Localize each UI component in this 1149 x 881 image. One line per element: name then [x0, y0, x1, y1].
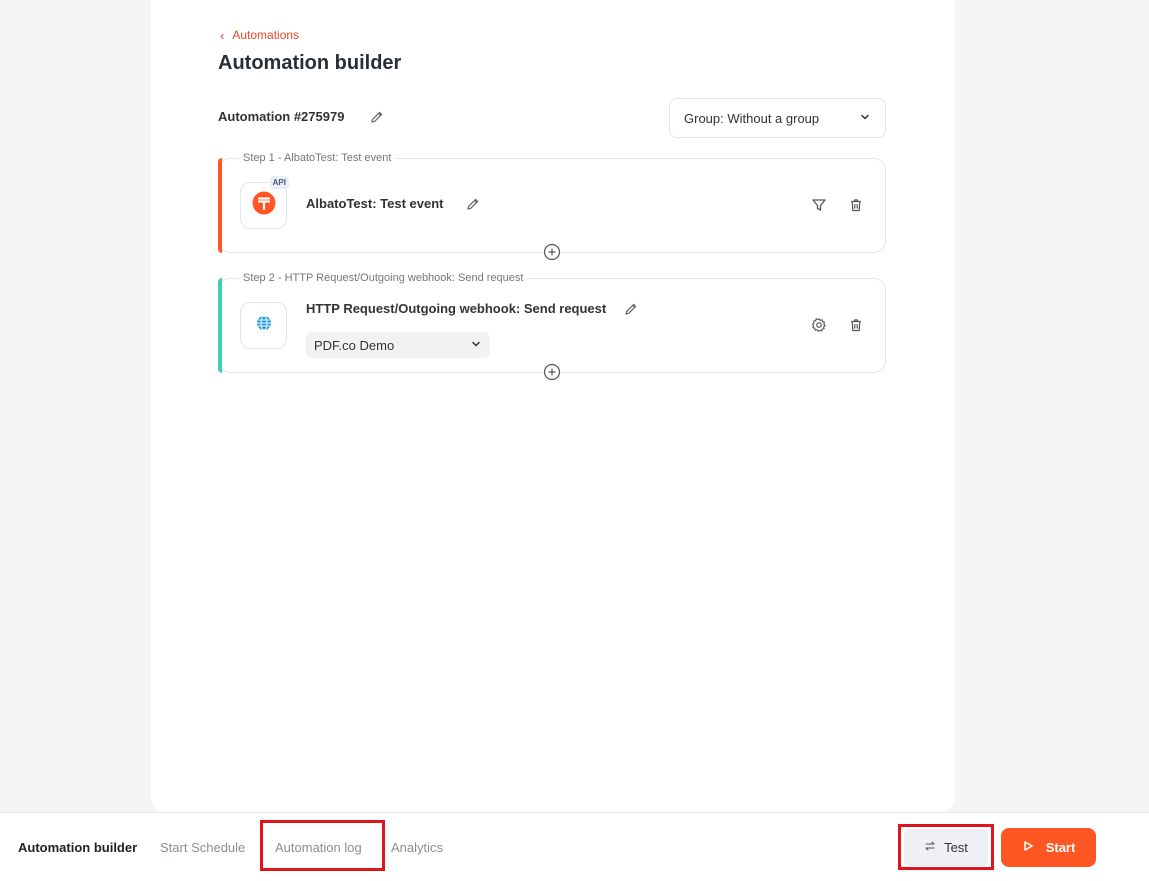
highlight-box-test-button: [898, 824, 994, 870]
tab-automation-builder[interactable]: Automation builder: [18, 840, 137, 855]
group-select-value: Group: Without a group: [684, 110, 820, 126]
automation-name: Automation #275979: [218, 109, 345, 124]
tab-analytics[interactable]: Analytics: [391, 840, 443, 855]
trash-icon[interactable]: [846, 315, 866, 335]
add-step-plus-icon[interactable]: [543, 363, 561, 381]
step-accent-bar: [218, 278, 222, 373]
connection-select-value: PDF.co Demo: [314, 337, 395, 353]
api-badge: API: [269, 176, 289, 189]
app-icon-tile: [240, 302, 287, 349]
edit-step-1-pencil-icon[interactable]: [465, 196, 481, 212]
step-1-title: AlbatoTest: Test event: [306, 196, 444, 211]
start-button-label: Start: [1045, 840, 1076, 855]
connection-select[interactable]: PDF.co Demo: [306, 332, 490, 358]
filter-icon[interactable]: [809, 195, 829, 215]
step-2-label: Step 2 - HTTP Request/Outgoing webhook: …: [239, 272, 528, 284]
chevron-left-icon: ‹: [220, 27, 225, 43]
step-1-label: Step 1 - AlbatoTest: Test event: [239, 152, 396, 164]
add-step-plus-icon[interactable]: [543, 243, 561, 261]
trash-icon[interactable]: [846, 195, 866, 215]
albato-test-icon: [252, 191, 276, 220]
chevron-down-icon: [470, 338, 482, 353]
tab-start-schedule[interactable]: Start Schedule: [160, 840, 245, 855]
breadcrumb-label: Automations: [232, 28, 300, 42]
step-card-2[interactable]: Step 2 - HTTP Request/Outgoing webhook: …: [218, 272, 886, 381]
play-icon: [1022, 840, 1034, 855]
page-title: Automation builder: [218, 52, 402, 74]
breadcrumb-back-link[interactable]: ‹ Automations: [220, 28, 299, 42]
start-button[interactable]: Start: [1001, 828, 1096, 867]
step-2-title: HTTP Request/Outgoing webhook: Send requ…: [306, 301, 607, 316]
app-icon-tile: API: [240, 176, 289, 229]
globe-icon: [256, 315, 272, 336]
step-card-1[interactable]: Step 1 - AlbatoTest: Test event API Alba…: [218, 152, 886, 261]
group-select[interactable]: Group: Without a group: [669, 98, 886, 138]
chevron-down-icon: [859, 111, 871, 126]
edit-automation-name-pencil-icon[interactable]: [369, 109, 385, 125]
gear-icon[interactable]: [809, 315, 829, 335]
highlight-box-automation-log: [260, 820, 385, 871]
edit-step-2-pencil-icon[interactable]: [623, 301, 639, 317]
bottom-toolbar: Automation builder Start Schedule Automa…: [0, 812, 1149, 881]
step-accent-bar: [218, 158, 222, 253]
